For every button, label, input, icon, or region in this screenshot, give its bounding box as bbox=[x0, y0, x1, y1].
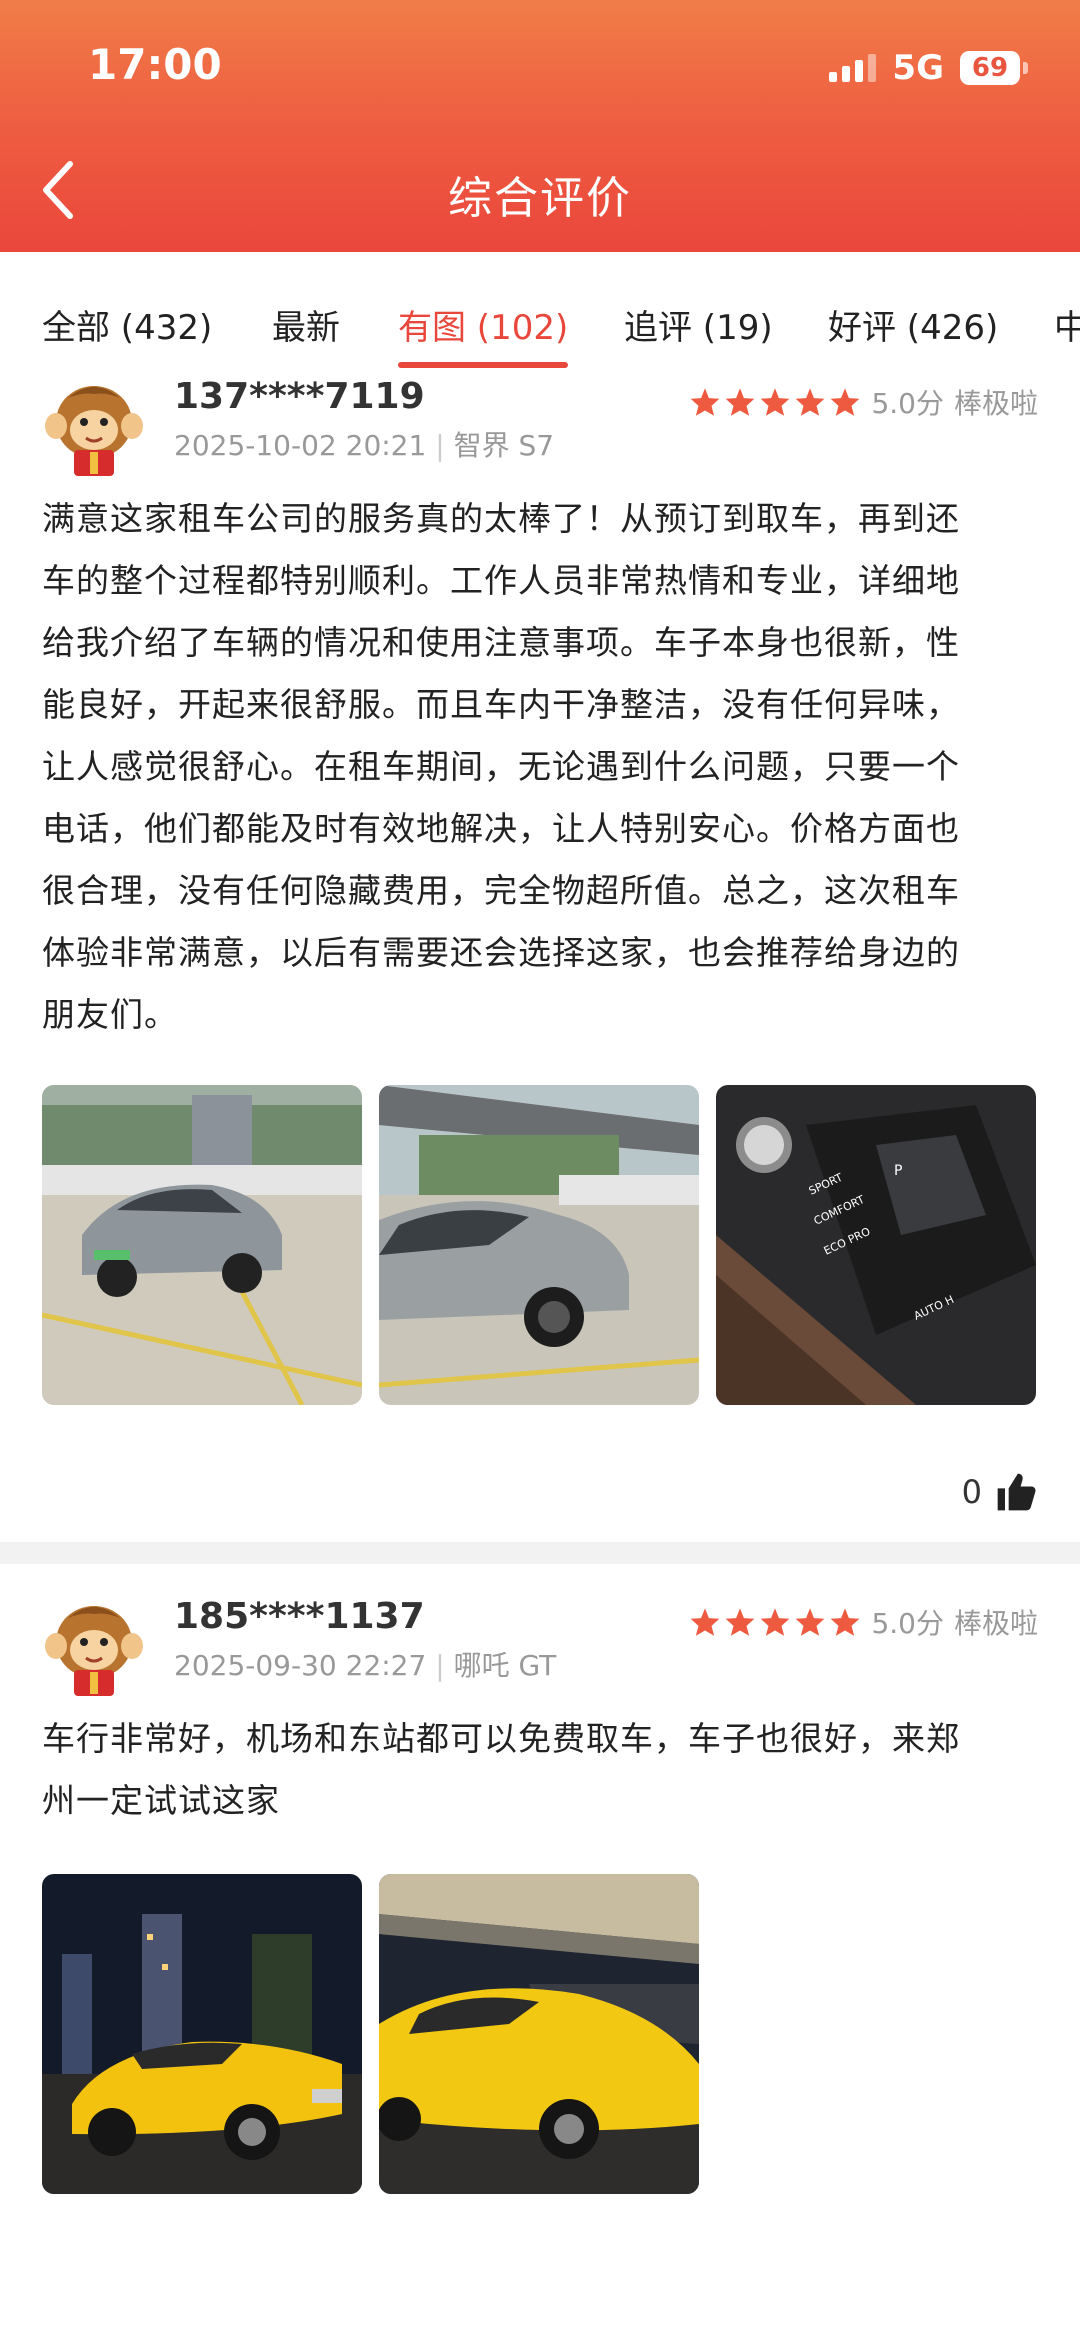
review-text: 满意这家租车公司的服务真的太棒了！从预订到取车，再到还 车的整个过程都特别顺利。… bbox=[42, 488, 1042, 1046]
review-meta: 2025-09-30 22:27 | 哪吒 GT bbox=[174, 1649, 557, 1682]
review-photo[interactable]: P SPORT COMFORT ECO PRO AUTO H bbox=[716, 1085, 1036, 1405]
gear-label: P bbox=[894, 1163, 902, 1179]
review-text-line: 电话，他们都能及时有效地解决，让人特别安心。价格方面也 bbox=[42, 809, 960, 848]
star-rating bbox=[689, 387, 861, 417]
review-text-line: 车的整个过程都特别顺利。工作人员非常热情和专业，详细地 bbox=[42, 561, 960, 600]
score-value: 5.0分 bbox=[871, 387, 944, 420]
review-car-model: 智界 S7 bbox=[453, 429, 555, 462]
tab-with-photos[interactable]: 有图 (102) bbox=[398, 300, 568, 349]
monkey-avatar-icon bbox=[45, 1606, 143, 1696]
signal-icon bbox=[829, 54, 877, 82]
review-date: 2025-10-02 20:21 bbox=[174, 429, 427, 462]
review-text: 车行非常好，机场和东站都可以免费取车，车子也很好，来郑 州一定试试这家 bbox=[42, 1708, 1042, 1832]
status-time: 17:00 bbox=[88, 40, 222, 89]
like-button[interactable]: 0 bbox=[962, 1470, 1038, 1514]
status-indicators: 5G 69 bbox=[829, 48, 1028, 88]
review-rating: 5.0分 棒极啦 bbox=[689, 382, 1038, 422]
tab-latest[interactable]: 最新 bbox=[272, 300, 340, 349]
monkey-avatar-icon bbox=[45, 386, 143, 476]
review-date: 2025-09-30 22:27 bbox=[174, 1649, 427, 1682]
star-icon bbox=[691, 1608, 720, 1636]
review-text-line: 很合理，没有任何隐藏费用，完全物超所值。总之，这次租车 bbox=[42, 871, 960, 910]
star-icon bbox=[761, 388, 790, 416]
yellow-car-night-image bbox=[42, 1874, 362, 2194]
star-icon bbox=[831, 388, 860, 416]
star-icon bbox=[691, 388, 720, 416]
review-photo[interactable] bbox=[42, 1874, 362, 2194]
review-rating: 5.0分 棒极啦 bbox=[689, 1602, 1038, 1642]
thumbs-up-icon bbox=[997, 1473, 1036, 1511]
tab-positive[interactable]: 好评 (426) bbox=[828, 300, 998, 349]
review-photo[interactable] bbox=[42, 1085, 362, 1405]
star-icon bbox=[726, 1608, 755, 1636]
review-text-line: 车行非常好，机场和东站都可以免费取车，车子也很好，来郑 bbox=[42, 1719, 960, 1758]
score-value: 5.0分 bbox=[871, 1607, 944, 1640]
review-divider bbox=[0, 1542, 1080, 1564]
star-icon bbox=[726, 388, 755, 416]
car-photo-image bbox=[42, 1085, 362, 1405]
header-bar: 17:00 5G 69 综合评价 bbox=[0, 0, 1080, 252]
review-text-line: 朋友们。 bbox=[42, 995, 178, 1034]
active-tab-indicator bbox=[398, 362, 568, 368]
star-icon bbox=[796, 1608, 825, 1636]
tab-all[interactable]: 全部 (432) bbox=[42, 300, 212, 349]
review-meta: 2025-10-02 20:21 | 智界 S7 bbox=[174, 429, 555, 462]
tab-follow-up[interactable]: 追评 (19) bbox=[624, 300, 773, 349]
battery-level: 69 bbox=[960, 51, 1020, 85]
review-text-line: 州一定试试这家 bbox=[42, 1781, 280, 1820]
review-item: 137****7119 2025-10-02 20:21 | 智界 S7 5.0… bbox=[0, 370, 1080, 1540]
review-username: 137****7119 bbox=[174, 376, 425, 417]
filter-tabs: 全部 (432) 最新 有图 (102) 追评 (19) 好评 (426) 中 bbox=[0, 252, 1080, 372]
car-photo-image bbox=[379, 1085, 699, 1405]
score-label: 棒极啦 bbox=[953, 1607, 1038, 1640]
score-label: 棒极啦 bbox=[953, 387, 1038, 420]
review-text-line: 让人感觉很舒心。在租车期间，无论遇到什么问题，只要一个 bbox=[42, 747, 960, 786]
review-text-line: 体验非常满意，以后有需要还会选择这家，也会推荐给身边的 bbox=[42, 933, 960, 972]
review-item: 185****1137 2025-09-30 22:27 | 哪吒 GT 5.0… bbox=[0, 1592, 1080, 2337]
page-title: 综合评价 bbox=[448, 173, 632, 224]
star-icon bbox=[831, 1608, 860, 1636]
avatar[interactable] bbox=[42, 372, 146, 476]
review-text-line: 满意这家租车公司的服务真的太棒了！从预订到取车，再到还 bbox=[42, 499, 960, 538]
avatar[interactable] bbox=[42, 1592, 146, 1696]
star-icon bbox=[761, 1608, 790, 1636]
network-type: 5G bbox=[892, 48, 944, 88]
battery-icon: 69 bbox=[960, 51, 1028, 85]
star-icon bbox=[796, 388, 825, 416]
review-text-line: 能良好，开起来很舒服。而且车内干净整洁，没有任何异味， bbox=[42, 685, 960, 724]
review-text-line: 给我介绍了车辆的情况和使用注意事项。车子本身也很新，性 bbox=[42, 623, 960, 662]
tab-neutral[interactable]: 中 bbox=[1054, 300, 1080, 349]
star-rating bbox=[689, 1607, 861, 1637]
review-photo[interactable] bbox=[379, 1085, 699, 1405]
review-photo[interactable] bbox=[379, 1874, 699, 2194]
yellow-car-night-image bbox=[379, 1874, 699, 2194]
review-username: 185****1137 bbox=[174, 1596, 425, 1637]
like-count: 0 bbox=[961, 1473, 982, 1511]
review-car-model: 哪吒 GT bbox=[453, 1649, 557, 1682]
gear-selector-image: P SPORT COMFORT ECO PRO AUTO H bbox=[716, 1085, 1036, 1405]
